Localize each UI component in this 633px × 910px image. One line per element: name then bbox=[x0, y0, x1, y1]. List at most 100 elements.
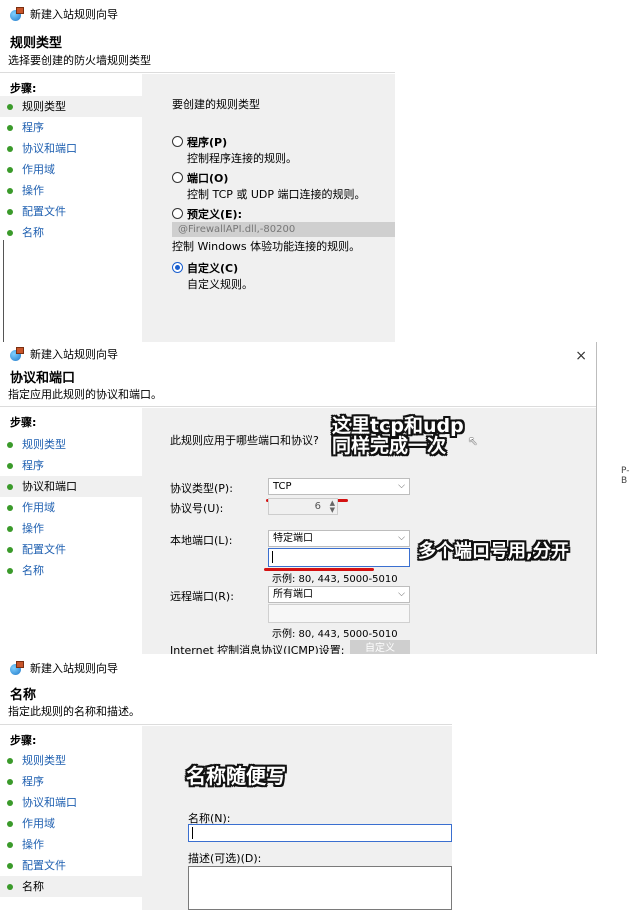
step-dot-icon bbox=[7, 209, 13, 215]
step-protocol-port[interactable]: 协议和端口 bbox=[0, 138, 142, 159]
window-title-bar: 新建入站规则向导 bbox=[10, 346, 118, 362]
step-profile[interactable]: 配置文件 bbox=[0, 855, 142, 876]
step-dot-icon bbox=[7, 188, 13, 194]
steps-list: 规则类型 程序 协议和端口 作用域 操作 配置文件 名称 bbox=[0, 434, 142, 581]
radio-button-selected[interactable] bbox=[172, 262, 183, 273]
window-title-bar: 新建入站规则向导 bbox=[10, 660, 118, 676]
page-subheading: 指定应用此规则的协议和端口。 bbox=[8, 388, 162, 401]
step-profile[interactable]: 配置文件 bbox=[0, 539, 142, 560]
background-window-edge: P-B bbox=[596, 342, 633, 654]
step-dot-icon bbox=[7, 505, 13, 511]
option-port[interactable]: 端口(O) 控制 TCP 或 UDP 端口连接的规则。 bbox=[172, 170, 366, 202]
firewall-icon bbox=[10, 7, 24, 21]
local-port-input[interactable] bbox=[268, 548, 410, 567]
step-dot-icon bbox=[7, 758, 13, 764]
remote-port-input[interactable] bbox=[268, 604, 410, 623]
wizard-panel-rule-type: 新建入站规则向导 规则类型 选择要创建的防火墙规则类型 步骤: 规则类型 程序 … bbox=[0, 0, 633, 342]
step-dot-icon bbox=[7, 863, 13, 869]
step-action[interactable]: 操作 bbox=[0, 518, 142, 539]
step-name[interactable]: 名称 bbox=[0, 560, 142, 581]
step-dot-icon bbox=[7, 146, 13, 152]
firewall-icon bbox=[10, 347, 24, 361]
icmp-label: Internet 控制消息协议(ICMP)设置: bbox=[170, 644, 345, 654]
steps-title: 步骤: bbox=[10, 734, 37, 747]
name-input[interactable] bbox=[188, 824, 452, 842]
question-label: 要创建的规则类型 bbox=[172, 98, 260, 111]
step-dot-icon bbox=[7, 104, 13, 110]
step-dot-icon bbox=[7, 547, 13, 553]
step-dot-icon bbox=[7, 800, 13, 806]
window-title: 新建入站规则向导 bbox=[30, 662, 118, 675]
step-name[interactable]: 名称 bbox=[0, 222, 142, 243]
radio-button[interactable] bbox=[172, 208, 183, 219]
frame-edge bbox=[3, 240, 4, 342]
window-title: 新建入站规则向导 bbox=[30, 348, 118, 361]
text-caret bbox=[192, 827, 193, 839]
step-rule-type[interactable]: 规则类型 bbox=[0, 96, 142, 117]
remote-port-example: 示例: 80, 443, 5000-5010 bbox=[272, 629, 398, 640]
content-area: 要创建的规则类型 程序(P) 控制程序连接的规则。 端口(O) 控制 TCP 或 U… bbox=[142, 74, 395, 342]
step-dot-icon bbox=[7, 568, 13, 574]
firewall-icon bbox=[10, 661, 24, 675]
close-icon[interactable]: × bbox=[575, 348, 587, 364]
step-profile[interactable]: 配置文件 bbox=[0, 201, 142, 222]
step-action[interactable]: 操作 bbox=[0, 180, 142, 201]
step-name[interactable]: 名称 bbox=[0, 876, 142, 897]
question-label: 此规则应用于哪些端口和协议? bbox=[170, 434, 319, 447]
step-program[interactable]: 程序 bbox=[0, 117, 142, 138]
description-input[interactable] bbox=[188, 866, 452, 910]
wizard-panel-name: 新建入站规则向导 名称 指定此规则的名称和描述。 步骤: 规则类型 程序 协议和… bbox=[0, 654, 633, 910]
text-caret bbox=[272, 551, 273, 563]
step-program[interactable]: 程序 bbox=[0, 455, 142, 476]
step-scope[interactable]: 作用域 bbox=[0, 159, 142, 180]
predefined-desc: 控制 Windows 体验功能连接的规则。 bbox=[172, 240, 361, 253]
steps-title: 步骤: bbox=[10, 82, 37, 95]
step-dot-icon bbox=[7, 484, 13, 490]
step-dot-icon bbox=[7, 779, 13, 785]
divider bbox=[0, 72, 395, 73]
radio-button[interactable] bbox=[172, 136, 183, 147]
step-protocol-port[interactable]: 协议和端口 bbox=[0, 476, 142, 497]
divider bbox=[0, 406, 596, 407]
page-heading: 规则类型 bbox=[10, 36, 63, 51]
step-dot-icon bbox=[7, 125, 13, 131]
step-scope[interactable]: 作用域 bbox=[0, 497, 142, 518]
step-action[interactable]: 操作 bbox=[0, 834, 142, 855]
step-protocol-port[interactable]: 协议和端口 bbox=[0, 792, 142, 813]
page-subheading: 指定此规则的名称和描述。 bbox=[8, 705, 140, 718]
chevron-down-icon: ⌵ bbox=[398, 589, 405, 599]
steps-title: 步骤: bbox=[10, 416, 37, 429]
remote-port-select[interactable]: 所有端口 ⌵ bbox=[268, 586, 410, 603]
step-program[interactable]: 程序 bbox=[0, 771, 142, 792]
option-predefined[interactable]: 预定义(E): bbox=[172, 206, 242, 222]
step-dot-icon bbox=[7, 167, 13, 173]
page-subheading: 选择要创建的防火墙规则类型 bbox=[8, 54, 151, 67]
step-dot-icon bbox=[7, 442, 13, 448]
page-heading: 协议和端口 bbox=[10, 371, 76, 386]
step-scope[interactable]: 作用域 bbox=[0, 813, 142, 834]
step-rule-type[interactable]: 规则类型 bbox=[0, 434, 142, 455]
local-port-select[interactable]: 特定端口 ⌵ bbox=[268, 530, 410, 547]
option-custom[interactable]: 自定义(C) 自定义规则。 bbox=[172, 260, 253, 292]
chevron-down-icon: ⌵ bbox=[398, 481, 405, 491]
step-dot-icon bbox=[7, 821, 13, 827]
step-rule-type[interactable]: 规则类型 bbox=[0, 750, 142, 771]
step-dot-icon bbox=[7, 230, 13, 236]
step-dot-icon bbox=[7, 526, 13, 532]
protocol-number-stepper[interactable]: 6 ▲ ▼ bbox=[268, 498, 338, 515]
description-label: 描述(可选)(D): bbox=[188, 852, 262, 865]
local-port-label: 本地端口(L): bbox=[170, 534, 233, 547]
window-title: 新建入站规则向导 bbox=[30, 8, 118, 21]
page-heading: 名称 bbox=[10, 688, 37, 703]
customize-button[interactable]: 自定义 bbox=[350, 640, 410, 654]
step-dot-icon bbox=[7, 884, 13, 890]
predefined-select[interactable]: @FirewallAPI.dll,-80200 bbox=[172, 222, 395, 237]
radio-button[interactable] bbox=[172, 172, 183, 183]
content-area: 名称随便写 名称(N): 描述(可选)(D): bbox=[142, 726, 452, 910]
steps-list: 规则类型 程序 协议和端口 作用域 操作 配置文件 名称 bbox=[0, 750, 142, 897]
option-program[interactable]: 程序(P) 控制程序连接的规则。 bbox=[172, 134, 297, 166]
window-title-bar: 新建入站规则向导 bbox=[10, 6, 118, 22]
mouse-cursor-icon: ↖ bbox=[468, 434, 479, 448]
protocol-type-select[interactable]: TCP ⌵ bbox=[268, 478, 410, 495]
step-dot-icon bbox=[7, 842, 13, 848]
